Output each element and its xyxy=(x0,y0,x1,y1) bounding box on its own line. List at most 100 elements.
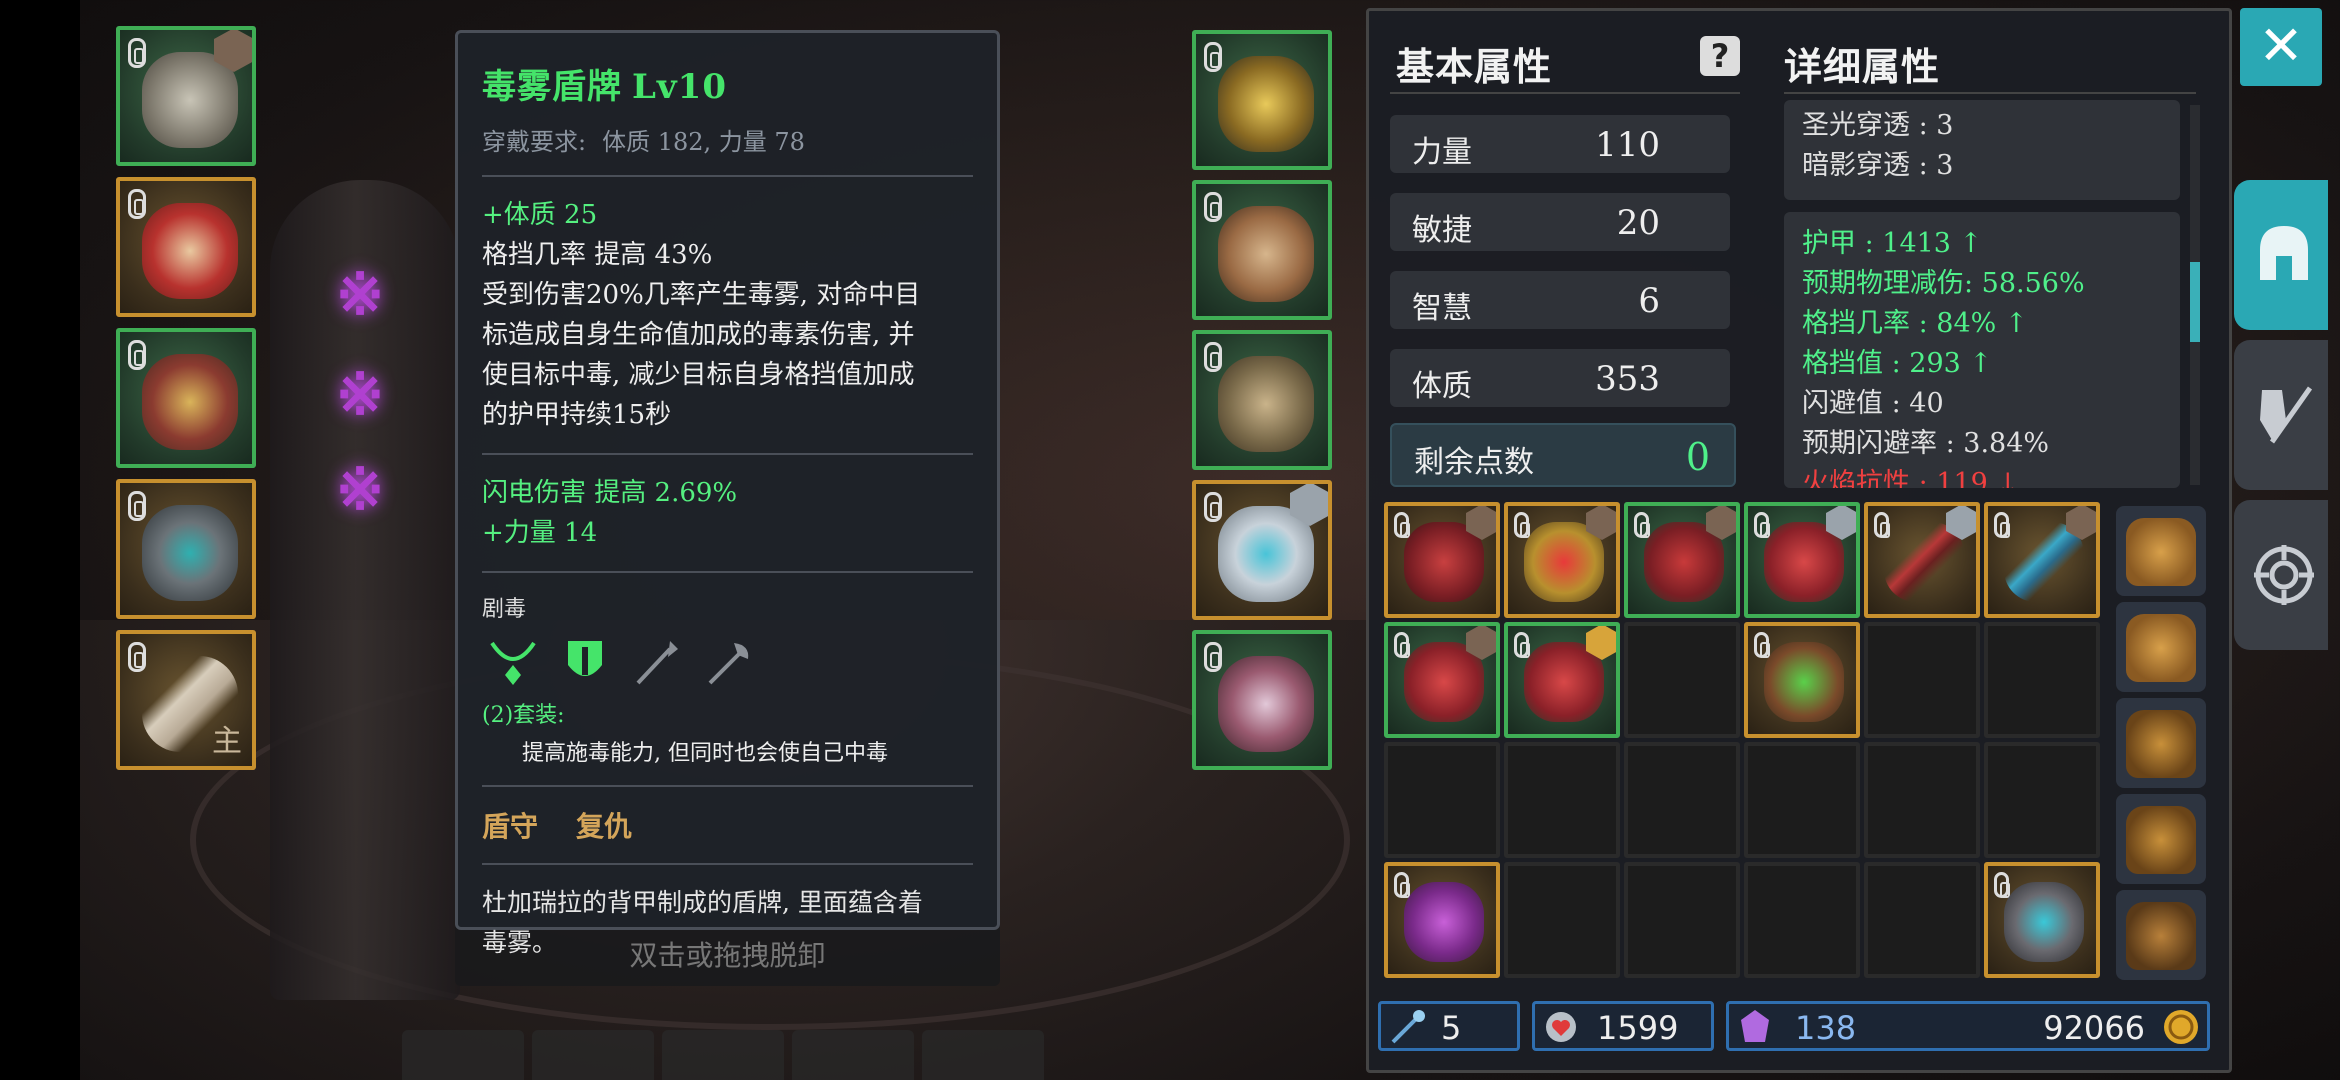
attr-row-wisdom: 智慧 6 xyxy=(1390,271,1730,329)
attr-value: 110 xyxy=(1595,125,1660,165)
inventory-slot-empty[interactable] xyxy=(1864,862,1980,978)
inventory-slot-empty[interactable] xyxy=(1864,742,1980,858)
inventory-slot[interactable] xyxy=(1624,502,1740,618)
heart-stone-icon xyxy=(1546,1012,1576,1042)
bag-slot[interactable] xyxy=(2116,698,2206,788)
equip-slot-main-hand[interactable]: 主 xyxy=(116,630,256,770)
cloak-icon xyxy=(142,354,238,450)
bag-slot[interactable] xyxy=(2116,794,2206,884)
inventory-slot-empty[interactable] xyxy=(1504,862,1620,978)
detail-box-penetration: 圣光穿透 : 3 暗影穿透 : 3 xyxy=(1784,100,2180,200)
bottom-bar-slot[interactable] xyxy=(532,1030,654,1080)
item-lore: 杜加瑞拉的背甲制成的盾牌, 里面蕴含着 xyxy=(482,888,923,917)
equip-slot-ring-left[interactable] xyxy=(116,479,256,619)
lock-icon xyxy=(128,642,146,672)
item-stat: 格挡几率 提高 43% xyxy=(482,240,713,270)
item-requirement: 穿戴要求: 体质 182, 力量 78 xyxy=(482,122,973,157)
inventory-slot[interactable] xyxy=(1744,622,1860,738)
currency-crystal-gold: 138 92066 xyxy=(1726,1001,2210,1051)
bottom-bar xyxy=(402,1030,1044,1080)
bottom-bar-slot[interactable] xyxy=(402,1030,524,1080)
detail-attributes-title: 详细属性 xyxy=(1784,44,1941,89)
inventory-slot[interactable] xyxy=(1384,862,1500,978)
equip-slot-cloak[interactable] xyxy=(116,328,256,468)
attr-row-constitution: 体质 353 xyxy=(1390,349,1730,407)
inventory-slot-empty[interactable] xyxy=(1384,742,1500,858)
inventory-slot[interactable] xyxy=(1744,502,1860,618)
tab-settings[interactable] xyxy=(2234,500,2328,650)
bag-slot[interactable] xyxy=(2116,506,2206,596)
inventory-slot[interactable] xyxy=(1864,502,1980,618)
wand-icon xyxy=(1391,1010,1425,1044)
inventory-grid xyxy=(1384,502,2104,992)
bottom-bar-slot[interactable] xyxy=(792,1030,914,1080)
equip-slot-ring-right[interactable] xyxy=(1192,480,1332,620)
tab-skills[interactable] xyxy=(2234,340,2328,490)
bag-icon xyxy=(2126,710,2196,778)
inventory-slot[interactable] xyxy=(1504,622,1620,738)
lock-icon xyxy=(1394,632,1410,658)
inventory-slot[interactable] xyxy=(1384,502,1500,618)
help-icon[interactable]: ? xyxy=(1700,36,1740,76)
equip-slot-off-hand[interactable] xyxy=(1192,630,1332,770)
inventory-slot-empty[interactable] xyxy=(1984,742,2100,858)
detail-stat: 预期物理减伤: 58.56% xyxy=(1802,268,2085,299)
detail-stat: 火焰抗性 : 119 ↓ xyxy=(1802,468,2020,488)
attr-value: 20 xyxy=(1616,203,1660,243)
close-button[interactable]: ✕ xyxy=(2240,8,2322,86)
bag-slot[interactable] xyxy=(2116,602,2206,692)
ring-icon xyxy=(142,505,238,601)
inventory-slot-empty[interactable] xyxy=(1864,622,1980,738)
divider xyxy=(482,863,973,865)
inventory-slot-empty[interactable] xyxy=(1624,622,1740,738)
equip-slot-necklace[interactable] xyxy=(1192,30,1332,170)
gold-count: 92066 xyxy=(2043,1009,2145,1047)
inventory-slot-empty[interactable] xyxy=(1984,622,2100,738)
boots-icon xyxy=(1218,356,1314,452)
inventory-slot[interactable] xyxy=(1384,622,1500,738)
detail-scroll-thumb[interactable] xyxy=(2190,262,2200,342)
equip-slot-chest[interactable] xyxy=(116,177,256,317)
bag-icon xyxy=(2126,614,2196,682)
item-name: 毒雾盾牌 xyxy=(482,67,622,107)
lock-icon xyxy=(1754,632,1770,658)
item-skills: 盾守 复仇 xyxy=(482,805,973,845)
inventory-slot[interactable] xyxy=(1984,862,2100,978)
chest-armor-icon xyxy=(142,203,238,299)
attr-row-strength: 力量 110 xyxy=(1390,115,1730,173)
potion-icon xyxy=(1764,642,1844,722)
item-effect-line: 使目标中毒, 减少目标自身格挡值加成 xyxy=(482,360,915,390)
lock-icon xyxy=(1994,512,2010,538)
inventory-slot[interactable] xyxy=(1504,502,1620,618)
ring-icon xyxy=(2004,882,2084,962)
detail-box-defense[interactable]: 护甲 : 1413 ↑ 预期物理减伤: 58.56% 格挡几率 : 84% ↑ … xyxy=(1784,212,2180,488)
inventory-slot-empty[interactable] xyxy=(1744,862,1860,978)
tab-equipment[interactable] xyxy=(2234,180,2328,330)
detail-stat: 护甲 : 1413 ↑ xyxy=(1802,228,1983,259)
attr-label: 体质 xyxy=(1412,369,1472,404)
bottom-bar-slot[interactable] xyxy=(922,1030,1044,1080)
rune-glyph: ※ xyxy=(335,360,385,428)
helmet-icon xyxy=(142,52,238,148)
bottom-bar-slot[interactable] xyxy=(662,1030,784,1080)
inventory-slot-empty[interactable] xyxy=(1744,742,1860,858)
spear-icon xyxy=(636,641,678,685)
item-title: 毒雾盾牌 Lv10 xyxy=(482,59,973,108)
equip-slot-gloves[interactable] xyxy=(1192,180,1332,320)
divider xyxy=(482,453,973,455)
inventory-slot-empty[interactable] xyxy=(1624,862,1740,978)
inventory-slot-empty[interactable] xyxy=(1504,742,1620,858)
lock-icon xyxy=(128,340,146,370)
bag-slot[interactable] xyxy=(2116,890,2206,980)
equip-slot-boots[interactable] xyxy=(1192,330,1332,470)
shield-icon xyxy=(568,641,602,676)
item-effect-line: 标造成自身生命值加成的毒素伤害, 并 xyxy=(482,320,915,350)
wand-count: 5 xyxy=(1441,1009,1462,1047)
inventory-slot[interactable] xyxy=(1984,502,2100,618)
lock-icon xyxy=(1204,342,1222,372)
equip-slot-helmet[interactable] xyxy=(116,26,256,166)
item-skill: 复仇 xyxy=(576,810,633,843)
axe-icon xyxy=(708,643,749,685)
attr-label: 智慧 xyxy=(1412,291,1472,326)
inventory-slot-empty[interactable] xyxy=(1624,742,1740,858)
